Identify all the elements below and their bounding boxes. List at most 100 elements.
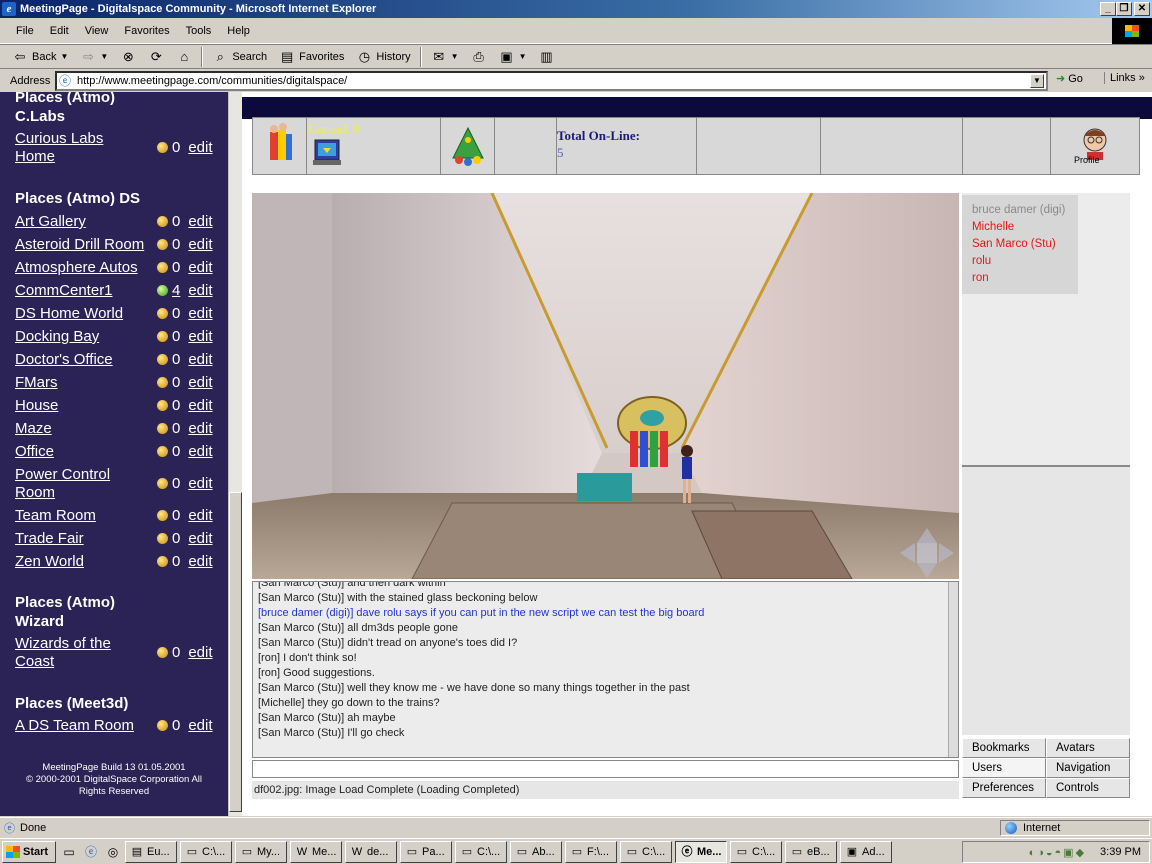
menu-edit[interactable]: Edit bbox=[42, 23, 77, 39]
go-button[interactable]: ➜ Go bbox=[1056, 72, 1083, 86]
address-dropdown-chevron-icon[interactable]: ▼ bbox=[1030, 74, 1044, 88]
chat-log[interactable]: [San Marco (Stu)] and then dark within [S… bbox=[252, 581, 959, 758]
edit-link[interactable]: edit bbox=[188, 397, 212, 414]
edit-link[interactable]: edit bbox=[188, 475, 212, 492]
address-url[interactable]: http://www.meetingpage.com/communities/d… bbox=[77, 75, 347, 87]
edit-link[interactable]: edit bbox=[188, 236, 212, 253]
edit-link[interactable]: edit bbox=[188, 507, 212, 524]
place-link-wizards-of-the-coast[interactable]: Wizards of the Coast bbox=[15, 635, 111, 671]
chevron-down-icon[interactable]: ▼ bbox=[60, 52, 68, 61]
edit-link[interactable]: edit bbox=[188, 328, 212, 345]
mail-button[interactable]: ✉ ▼ bbox=[425, 46, 465, 68]
3d-world-view[interactable] bbox=[252, 193, 959, 579]
minimize-button[interactable]: _ bbox=[1100, 2, 1116, 16]
place-link[interactable]: Zen World bbox=[15, 553, 84, 571]
taskbar-button[interactable]: ▭ eB... bbox=[785, 840, 837, 863]
profile-cell[interactable] bbox=[1051, 118, 1139, 174]
forward-button[interactable]: ⇨ ▼ bbox=[74, 46, 114, 68]
history-button[interactable]: ◷ History bbox=[350, 46, 416, 68]
place-link[interactable]: Office bbox=[15, 443, 54, 461]
edit-link[interactable]: edit bbox=[188, 420, 212, 437]
user-list-item[interactable]: ron bbox=[972, 270, 1078, 287]
place-link[interactable]: FMars bbox=[15, 374, 58, 392]
taskbar-button[interactable]: ▭ C:\... bbox=[730, 840, 782, 863]
menu-tools[interactable]: Tools bbox=[178, 23, 220, 39]
taskbar-button[interactable]: ▭ C:\... bbox=[180, 840, 232, 863]
place-link-curious-labs-home[interactable]: Curious Labs Home bbox=[15, 130, 103, 166]
discuss-button[interactable]: ▥ bbox=[533, 46, 561, 68]
chat-input[interactable] bbox=[252, 760, 959, 778]
edit-link[interactable]: edit bbox=[188, 553, 212, 570]
edit-link[interactable]: edit bbox=[188, 374, 212, 391]
place-link[interactable]: CommCenter1 bbox=[15, 282, 113, 300]
edit-page-button[interactable]: ▣ ▼ bbox=[493, 46, 533, 68]
edit-link[interactable]: edit bbox=[188, 443, 212, 460]
chat-scrollbar[interactable] bbox=[948, 582, 958, 757]
edit-link[interactable]: edit bbox=[188, 717, 212, 734]
chevron-down-icon[interactable]: ▼ bbox=[451, 52, 459, 61]
navigation-button[interactable]: Navigation bbox=[1046, 758, 1130, 778]
ie-quicklaunch-icon[interactable]: ⓔ bbox=[82, 843, 100, 861]
profile-label[interactable]: Profile bbox=[1074, 155, 1100, 165]
show-desktop-icon[interactable]: ▭ bbox=[60, 843, 78, 861]
edit-link[interactable]: edit bbox=[188, 259, 212, 276]
taskbar-button[interactable]: ⓔ Me... bbox=[675, 840, 727, 863]
close-button[interactable]: ✕ bbox=[1134, 2, 1150, 16]
place-link[interactable]: Art Gallery bbox=[15, 213, 86, 231]
address-input[interactable]: ⓔ http://www.meetingpage.com/communities… bbox=[55, 71, 1048, 91]
outlook-quicklaunch-icon[interactable]: ◎ bbox=[104, 843, 122, 861]
place-link[interactable]: Atmosphere Autos bbox=[15, 259, 138, 277]
place-link[interactable]: Power Control Room bbox=[15, 466, 110, 502]
stop-button[interactable]: ⊗ bbox=[114, 46, 142, 68]
start-button[interactable]: Start bbox=[2, 840, 56, 863]
taskbar-button[interactable]: ▭ Ab... bbox=[510, 840, 562, 863]
favorites-button[interactable]: ▤ Favorites bbox=[273, 46, 350, 68]
user-list-item[interactable]: Michelle bbox=[972, 219, 1078, 236]
page-scrollbar[interactable] bbox=[228, 92, 242, 816]
community-tree-icon[interactable] bbox=[441, 118, 495, 174]
taskbar-button[interactable]: Wde... bbox=[345, 840, 397, 863]
mailbox-people-icon[interactable] bbox=[253, 118, 307, 174]
menu-view[interactable]: View bbox=[77, 23, 117, 39]
place-link[interactable]: Asteroid Drill Room bbox=[15, 236, 144, 254]
taskbar-button[interactable]: ▭ C:\... bbox=[620, 840, 672, 863]
place-link[interactable]: Doctor's Office bbox=[15, 351, 113, 369]
links-button[interactable]: Links » bbox=[1104, 72, 1145, 84]
user-list-item[interactable]: San Marco (Stu) bbox=[972, 236, 1078, 253]
scrollbar-thumb[interactable] bbox=[229, 492, 242, 812]
chevron-down-icon[interactable]: ▼ bbox=[519, 52, 527, 61]
menu-file[interactable]: File bbox=[8, 23, 42, 39]
edit-link[interactable]: edit bbox=[188, 139, 212, 156]
edit-link[interactable]: edit bbox=[188, 530, 212, 547]
refresh-button[interactable]: ⟳ bbox=[142, 46, 170, 68]
taskbar-button[interactable]: ▤ Eu... bbox=[125, 840, 177, 863]
taskbar-button[interactable]: ▭ F:\... bbox=[565, 840, 617, 863]
tray-icons[interactable]: ◐◑◒◓▣◆ bbox=[1029, 846, 1086, 859]
bookmarks-button[interactable]: Bookmarks bbox=[962, 738, 1046, 758]
3d-scene[interactable] bbox=[252, 193, 959, 579]
menu-favorites[interactable]: Favorites bbox=[116, 23, 177, 39]
taskbar-button[interactable]: ▣ Ad... bbox=[840, 840, 892, 863]
preferences-button[interactable]: Preferences bbox=[962, 778, 1046, 798]
user-list-item[interactable]: bruce damer (digi) bbox=[972, 202, 1078, 219]
title-bar[interactable]: e MeetingPage - Digitalspace Community -… bbox=[0, 0, 1152, 18]
back-button[interactable]: ⇦ Back ▼ bbox=[6, 46, 74, 68]
place-link[interactable]: DS Home World bbox=[15, 305, 123, 323]
edit-link[interactable]: edit bbox=[188, 282, 212, 299]
users-button[interactable]: Users bbox=[962, 758, 1046, 778]
taskbar-button[interactable]: W Me... bbox=[290, 840, 342, 863]
avatars-button[interactable]: Avatars bbox=[1046, 738, 1130, 758]
chevron-down-icon[interactable]: ▼ bbox=[100, 52, 108, 61]
edit-link[interactable]: edit bbox=[188, 351, 212, 368]
menu-help[interactable]: Help bbox=[219, 23, 258, 39]
edit-link[interactable]: edit bbox=[188, 644, 212, 661]
place-link[interactable]: Team Room bbox=[15, 507, 96, 525]
taskbar-button[interactable]: ▭ My... bbox=[235, 840, 287, 863]
controls-button[interactable]: Controls bbox=[1046, 778, 1130, 798]
home-button[interactable]: ⌂ bbox=[170, 46, 198, 68]
edit-link[interactable]: edit bbox=[188, 213, 212, 230]
print-button[interactable]: ⎙ bbox=[465, 46, 493, 68]
edit-link[interactable]: edit bbox=[188, 305, 212, 322]
user-list-item[interactable]: rolu bbox=[972, 253, 1078, 270]
search-button[interactable]: ⌕ Search bbox=[206, 46, 273, 68]
